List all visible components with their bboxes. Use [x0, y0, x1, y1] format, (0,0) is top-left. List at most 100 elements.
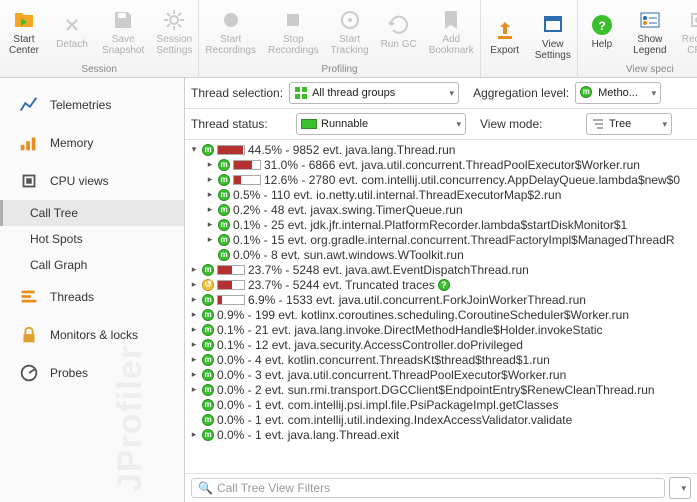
sidebar-item-call-tree[interactable]: Call Tree [0, 200, 184, 226]
thread-selection-combo[interactable]: All thread groups ▾ [289, 82, 459, 104]
sidebar-item-threads[interactable]: Threads [0, 278, 184, 316]
filter-placeholder: Call Tree View Filters [217, 481, 330, 495]
toolbar-btn-label: View Settings [535, 39, 571, 61]
sidebar-item-probes[interactable]: Probes [0, 354, 184, 392]
method-icon [218, 249, 230, 261]
sidebar-item-label: Probes [50, 366, 88, 380]
memory-icon [18, 132, 40, 154]
toolbar-btn-label: Session Settings [156, 34, 192, 56]
expand-icon[interactable]: ▸ [205, 234, 215, 245]
tree-row-text: 0.0% - 1 evt. com.intellij.util.indexing… [217, 413, 572, 427]
tree-row[interactable]: 0.0% - 1 evt. com.intellij.util.indexing… [189, 412, 697, 427]
method-icon [202, 264, 214, 276]
filter-options[interactable]: ▾ [669, 477, 691, 499]
expand-icon[interactable]: ▸ [189, 384, 199, 395]
view-mode-combo[interactable]: Tree ▾ [586, 113, 672, 135]
method-icon [202, 399, 214, 411]
filter-input[interactable]: 🔍 Call Tree View Filters [191, 478, 665, 498]
sidebar-item-memory[interactable]: Memory [0, 124, 184, 162]
toolbar-legend-button[interactable]: Show Legend [626, 0, 674, 63]
tree-row[interactable]: ▸31.0% - 6866 evt. java.util.concurrent.… [189, 157, 697, 172]
tree-row[interactable]: ▸0.0% - 2 evt. sun.rmi.transport.DGCClie… [189, 382, 697, 397]
sidebar-item-telemetries[interactable]: Telemetries [0, 86, 184, 124]
expand-icon[interactable]: ▸ [189, 294, 199, 305]
tree-row[interactable]: ▸0.1% - 12 evt. java.security.AccessCont… [189, 337, 697, 352]
view-mode-value: Tree [609, 118, 631, 130]
track-icon [338, 8, 362, 32]
thread-status-combo[interactable]: Runnable ▾ [296, 113, 466, 135]
aggregation-combo[interactable]: Metho... ▾ [575, 82, 661, 104]
toolbar-help-button[interactable]: ?Help [578, 0, 626, 63]
sidebar-item-cpu-views[interactable]: CPU views [0, 162, 184, 200]
tree-row-text: 0.0% - 4 evt. kotlin.concurrent.ThreadsK… [217, 353, 550, 367]
expand-icon[interactable]: ▸ [189, 369, 199, 380]
method-icon [218, 204, 230, 216]
expand-icon[interactable]: ▸ [205, 204, 215, 215]
tree-row[interactable]: ▸0.1% - 15 evt. org.gradle.internal.conc… [189, 232, 697, 247]
sidebar-item-label: Call Tree [30, 206, 78, 220]
probe-icon [18, 362, 40, 384]
tree-row[interactable]: ▸0.9% - 199 evt. kotlinx.coroutines.sche… [189, 307, 697, 322]
vsettings-icon [541, 13, 565, 37]
tree-row[interactable]: ▸ 0.2% - 48 evt. javax.swing.TimerQueue.r… [189, 202, 697, 217]
chevron-down-icon: ▾ [456, 119, 461, 130]
tree-row[interactable]: ▸0.0% - 3 evt. java.util.concurrent.Thre… [189, 367, 697, 382]
toolbar-vsettings-button[interactable]: View Settings [529, 0, 577, 74]
toolbar-btn-label: Export [490, 45, 519, 56]
tree-row[interactable]: ▸23.7% - 5244 evt. Truncated traces? [189, 277, 697, 292]
rec-icon [219, 8, 243, 32]
sidebar-item-call-graph[interactable]: Call Graph [0, 252, 184, 278]
expand-icon[interactable]: ▸ [189, 354, 199, 365]
expand-icon[interactable]: ▸ [205, 189, 215, 200]
content-pane: Thread selection: All thread groups ▾ Ag… [185, 78, 697, 502]
search-icon: 🔍 [198, 481, 213, 495]
tree-row[interactable]: 0.0% - 1 evt. com.intellij.psi.impl.file… [189, 397, 697, 412]
method-icon [202, 429, 214, 441]
tree-row[interactable]: ▸0.1% - 25 evt. jdk.jfr.internal.Platfor… [189, 217, 697, 232]
expand-icon[interactable]: ▸ [189, 339, 199, 350]
method-icon [218, 159, 230, 171]
tree-row[interactable]: ▸ 0.0% - 1 evt. java.lang.Thread.exit [189, 427, 697, 442]
method-icon [202, 309, 214, 321]
disconnect-icon [60, 13, 84, 37]
options-row-1: Thread selection: All thread groups ▾ Ag… [185, 78, 697, 109]
tree-row[interactable]: ▸0.5% - 110 evt. io.netty.util.internal.… [189, 187, 697, 202]
tree-row-text: 23.7% - 5248 evt. java.awt.EventDispatch… [248, 263, 529, 277]
help-icon[interactable]: ? [438, 279, 450, 291]
chevron-down-icon: ▾ [662, 119, 667, 130]
tree-row-text: 0.0% - 8 evt. sun.awt.windows.WToolkit.r… [233, 248, 464, 262]
tree-row[interactable]: 0.0% - 8 evt. sun.awt.windows.WToolkit.r… [189, 247, 697, 262]
expand-icon[interactable]: ▸ [189, 264, 199, 275]
expand-icon[interactable]: ▸ [205, 219, 215, 230]
sidebar-item-monitors-locks[interactable]: Monitors & locks [0, 316, 184, 354]
expand-icon[interactable]: ▸ [189, 279, 199, 290]
expand-icon[interactable]: ▸ [189, 324, 199, 335]
expand-icon[interactable]: ▸ [205, 174, 215, 185]
percent-bar [217, 295, 245, 305]
tree-row[interactable]: ▸12.6% - 2780 evt. com.intellij.util.con… [189, 172, 697, 187]
percent-bar [217, 265, 245, 275]
expand-icon[interactable]: ▸ [189, 309, 199, 320]
toolbar-track-button: Start Tracking [325, 0, 375, 63]
tree-row-text: 0.2% - 48 evt. javax.swing.TimerQueue.ru… [233, 203, 463, 217]
tree-row-text: 0.0% - 1 evt. java.lang.Thread.exit [217, 428, 399, 442]
tree-row[interactable]: ▸0.1% - 21 evt. java.lang.invoke.DirectM… [189, 322, 697, 337]
toolbar-gc-button: Run GC [375, 0, 423, 63]
percent-bar [217, 280, 245, 290]
truncated-icon [202, 279, 214, 291]
view-mode-label: View mode: [480, 117, 580, 131]
expand-icon[interactable]: ▸ [189, 429, 199, 440]
tree-row[interactable]: ▸ 23.7% - 5248 evt. java.awt.EventDispatc… [189, 262, 697, 277]
expand-icon[interactable]: ▸ [205, 159, 215, 170]
svg-text:?: ? [598, 19, 605, 33]
sidebar-item-hot-spots[interactable]: Hot Spots [0, 226, 184, 252]
tree-row[interactable]: ▸ 0.0% - 4 evt. kotlin.concurrent.Threads… [189, 352, 697, 367]
expand-icon[interactable]: ▾ [189, 144, 199, 155]
toolbar-folder-play-button[interactable]: Start Center [0, 0, 48, 63]
toolbar-export-button[interactable]: Export [481, 0, 529, 74]
call-tree[interactable]: ▾44.5% - 9852 evt. java.lang.Thread.run▸… [185, 140, 697, 473]
tree-row[interactable]: ▸6.9% - 1533 evt. java.util.concurrent.F… [189, 292, 697, 307]
method-icon [580, 86, 594, 100]
tree-row[interactable]: ▾44.5% - 9852 evt. java.lang.Thread.run [189, 142, 697, 157]
sidebar: TelemetriesMemoryCPU views Call Tree Hot S… [0, 78, 185, 502]
